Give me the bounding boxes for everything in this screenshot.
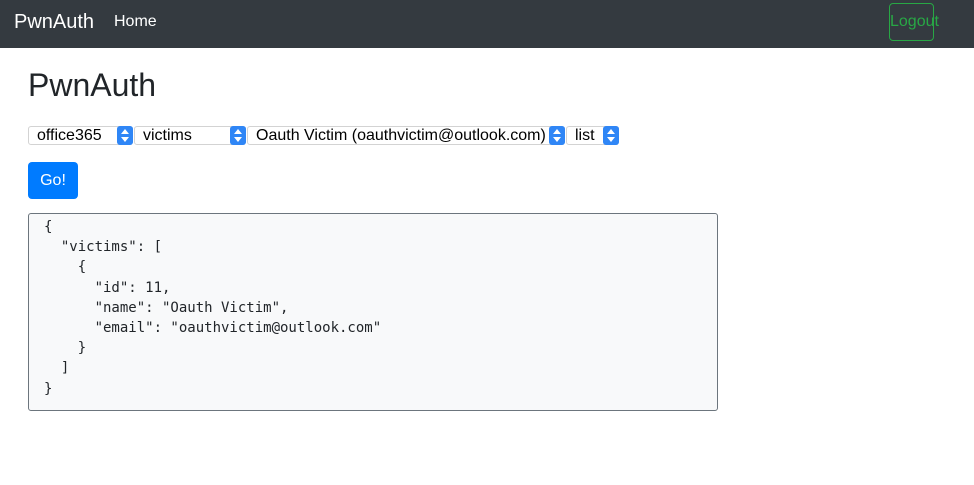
- json-output[interactable]: { "victims": [ { "id": 11, "name": "Oaut…: [28, 213, 718, 411]
- app-select-value: office365: [37, 127, 102, 144]
- resource-select-value: victims: [143, 127, 192, 144]
- go-button[interactable]: Go!: [28, 162, 78, 199]
- resource-select[interactable]: victims: [134, 126, 246, 145]
- action-select[interactable]: list: [566, 126, 619, 145]
- victim-select-value: Oauth Victim (oauthvictim@outlook.com): [256, 127, 546, 144]
- victim-select[interactable]: Oauth Victim (oauthvictim@outlook.com): [247, 126, 565, 145]
- nav-link-home[interactable]: Home: [114, 13, 157, 31]
- navbar: PwnAuth Home Logout: [0, 0, 974, 48]
- app-select[interactable]: office365: [28, 126, 133, 145]
- chevron-up-down-icon: [117, 126, 133, 145]
- chevron-up-down-icon: [603, 126, 619, 145]
- page-title: PwnAuth: [28, 67, 157, 103]
- action-select-value: list: [575, 127, 595, 144]
- logout-button[interactable]: Logout: [889, 3, 939, 41]
- navbar-brand[interactable]: PwnAuth: [14, 11, 94, 33]
- chevron-up-down-icon: [230, 126, 246, 145]
- chevron-up-down-icon: [549, 126, 565, 145]
